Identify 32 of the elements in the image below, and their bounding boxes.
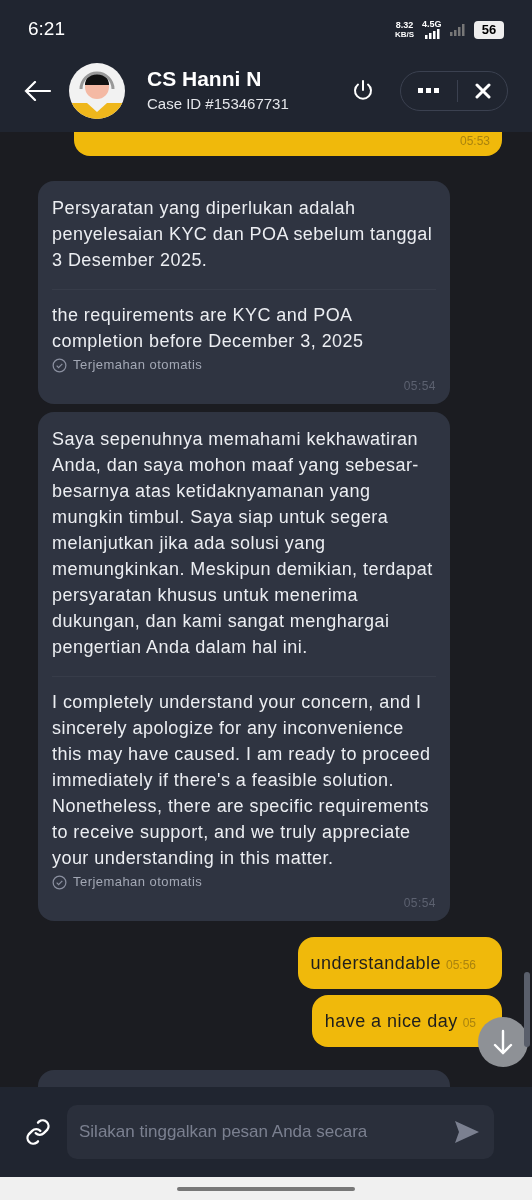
translation-text: the requirements are KYC and POA completion before December 3, 2025 xyxy=(52,304,365,353)
network-speed: 8.32 xyxy=(395,20,414,30)
message-text: have a nice day xyxy=(324,1009,458,1033)
auto-translate-label: Terjemahan otomatis xyxy=(73,356,203,374)
link-icon[interactable] xyxy=(24,1118,52,1146)
translation-text: I completely understand your concern, and I sincerely apologize for any inconvenience this may have caused. I am ready to proceed immediately if there's a feasible solution. Nonetheless, there are specific requirements to receive support, and we truly appreciate your understanding in this matter. xyxy=(52,691,432,870)
message-text: Persyaratan yang diperlukan adalah penyelesaian KYC dan POA sebelum tanggal 3 Desember 2025. xyxy=(52,195,436,290)
status-time: 6:21 xyxy=(28,17,65,42)
check-circle-icon xyxy=(52,357,67,373)
network-speed-unit: KB/S xyxy=(394,29,414,39)
message-time: 05:53 xyxy=(459,133,490,150)
avatar xyxy=(69,62,125,119)
more-icon[interactable] xyxy=(418,87,440,94)
network-type: 4.5G xyxy=(422,20,442,29)
message-input[interactable]: Silakan tinggalkan pesan Anda secara xyxy=(67,1105,494,1159)
signal-icon xyxy=(450,23,466,36)
down-arrow-icon xyxy=(493,1029,513,1055)
message-text: Saya sepenuhnya memahami kekhawatiran Anda, dan saya mohon maaf yang sebesar-besarnya atas ketidaknyamanan yang mungkin timbul. Saya siap untuk segera melanjutkan jika ada solusi yang memungkinkan. Meskipun demikian, terdapat persyaratan khusus untuk menerima dukungan, dan kami sangat menghargai pengertian Anda dalam hal ini. xyxy=(52,426,436,677)
send-icon[interactable] xyxy=(454,1120,480,1144)
scroll-to-bottom-button[interactable] xyxy=(478,1017,528,1067)
agent-name: CS Hanni N xyxy=(147,66,263,93)
case-id: Case ID #153467731 xyxy=(147,94,289,115)
close-icon[interactable] xyxy=(475,82,491,99)
check-circle-icon xyxy=(52,874,67,890)
battery-icon: 56 xyxy=(474,20,504,39)
message-time: 05 xyxy=(462,1015,476,1032)
message-time: 05:56 xyxy=(445,957,476,974)
back-arrow-icon[interactable] xyxy=(24,80,52,101)
auto-translate-label: Terjemahan otomatis xyxy=(73,873,203,891)
message-text: understandable xyxy=(310,951,441,975)
power-icon[interactable] xyxy=(352,78,374,103)
signal-icon xyxy=(422,29,442,39)
